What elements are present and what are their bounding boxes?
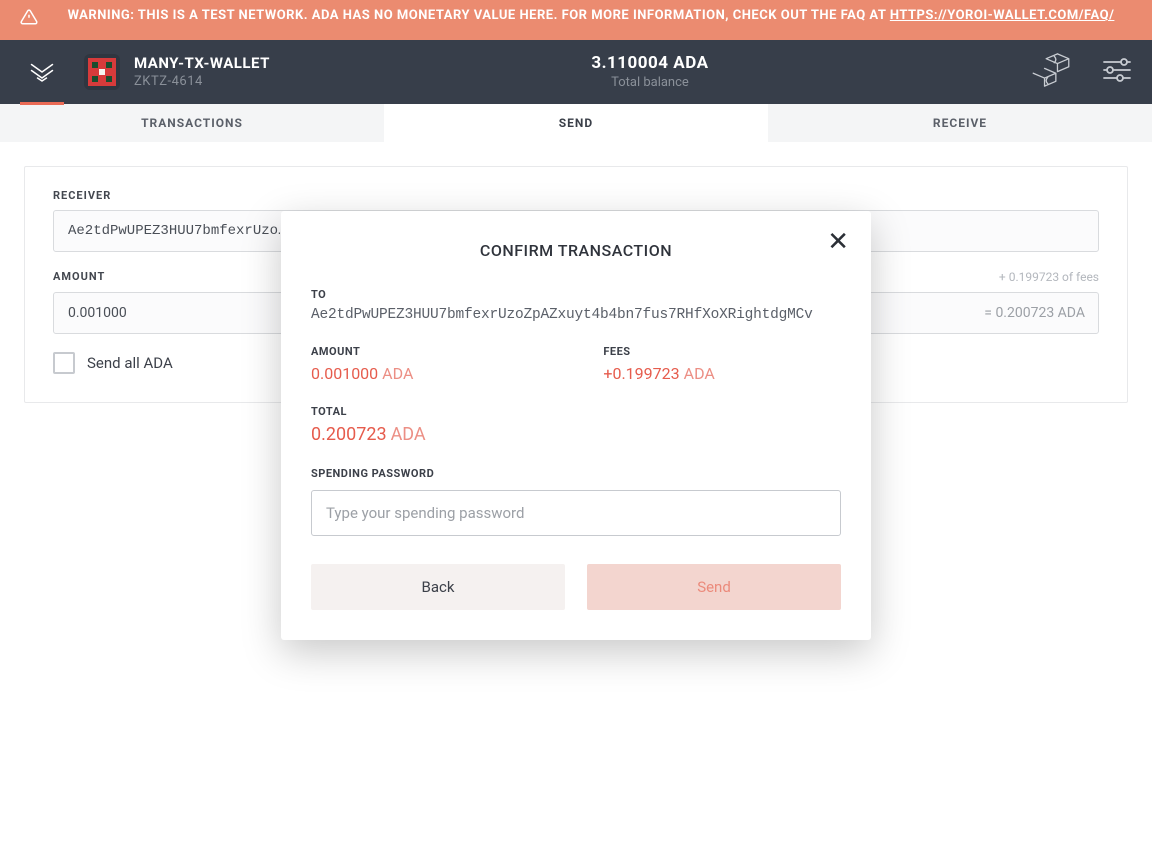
back-button[interactable]: Back — [311, 564, 565, 610]
modal-to-address: Ae2tdPwUPEZ3HUU7bmfexrUzoZpAZxuyt4b4bn7f… — [311, 307, 841, 323]
send-button[interactable]: Send — [587, 564, 841, 610]
close-icon[interactable]: ✕ — [827, 229, 849, 255]
modal-fees-value: +0.199723 — [603, 364, 679, 383]
confirm-transaction-modal: CONFIRM TRANSACTION ✕ TO Ae2tdPwUPEZ3HUU… — [281, 211, 871, 640]
modal-amount-label: AMOUNT — [311, 345, 413, 358]
modal-amount-value: 0.001000 — [311, 364, 378, 383]
modal-fees-label: FEES — [603, 345, 714, 358]
modal-to-label: TO — [311, 288, 841, 301]
spending-password-input[interactable] — [311, 490, 841, 536]
modal-total-label: TOTAL — [311, 405, 841, 418]
modal-total-unit: ADA — [391, 424, 426, 445]
modal-password-label: SPENDING PASSWORD — [311, 467, 841, 480]
modal-title: CONFIRM TRANSACTION — [311, 241, 841, 260]
modal-fees-unit: ADA — [684, 364, 715, 383]
modal-amount-unit: ADA — [382, 364, 413, 383]
modal-total-value: 0.200723 — [311, 424, 387, 445]
